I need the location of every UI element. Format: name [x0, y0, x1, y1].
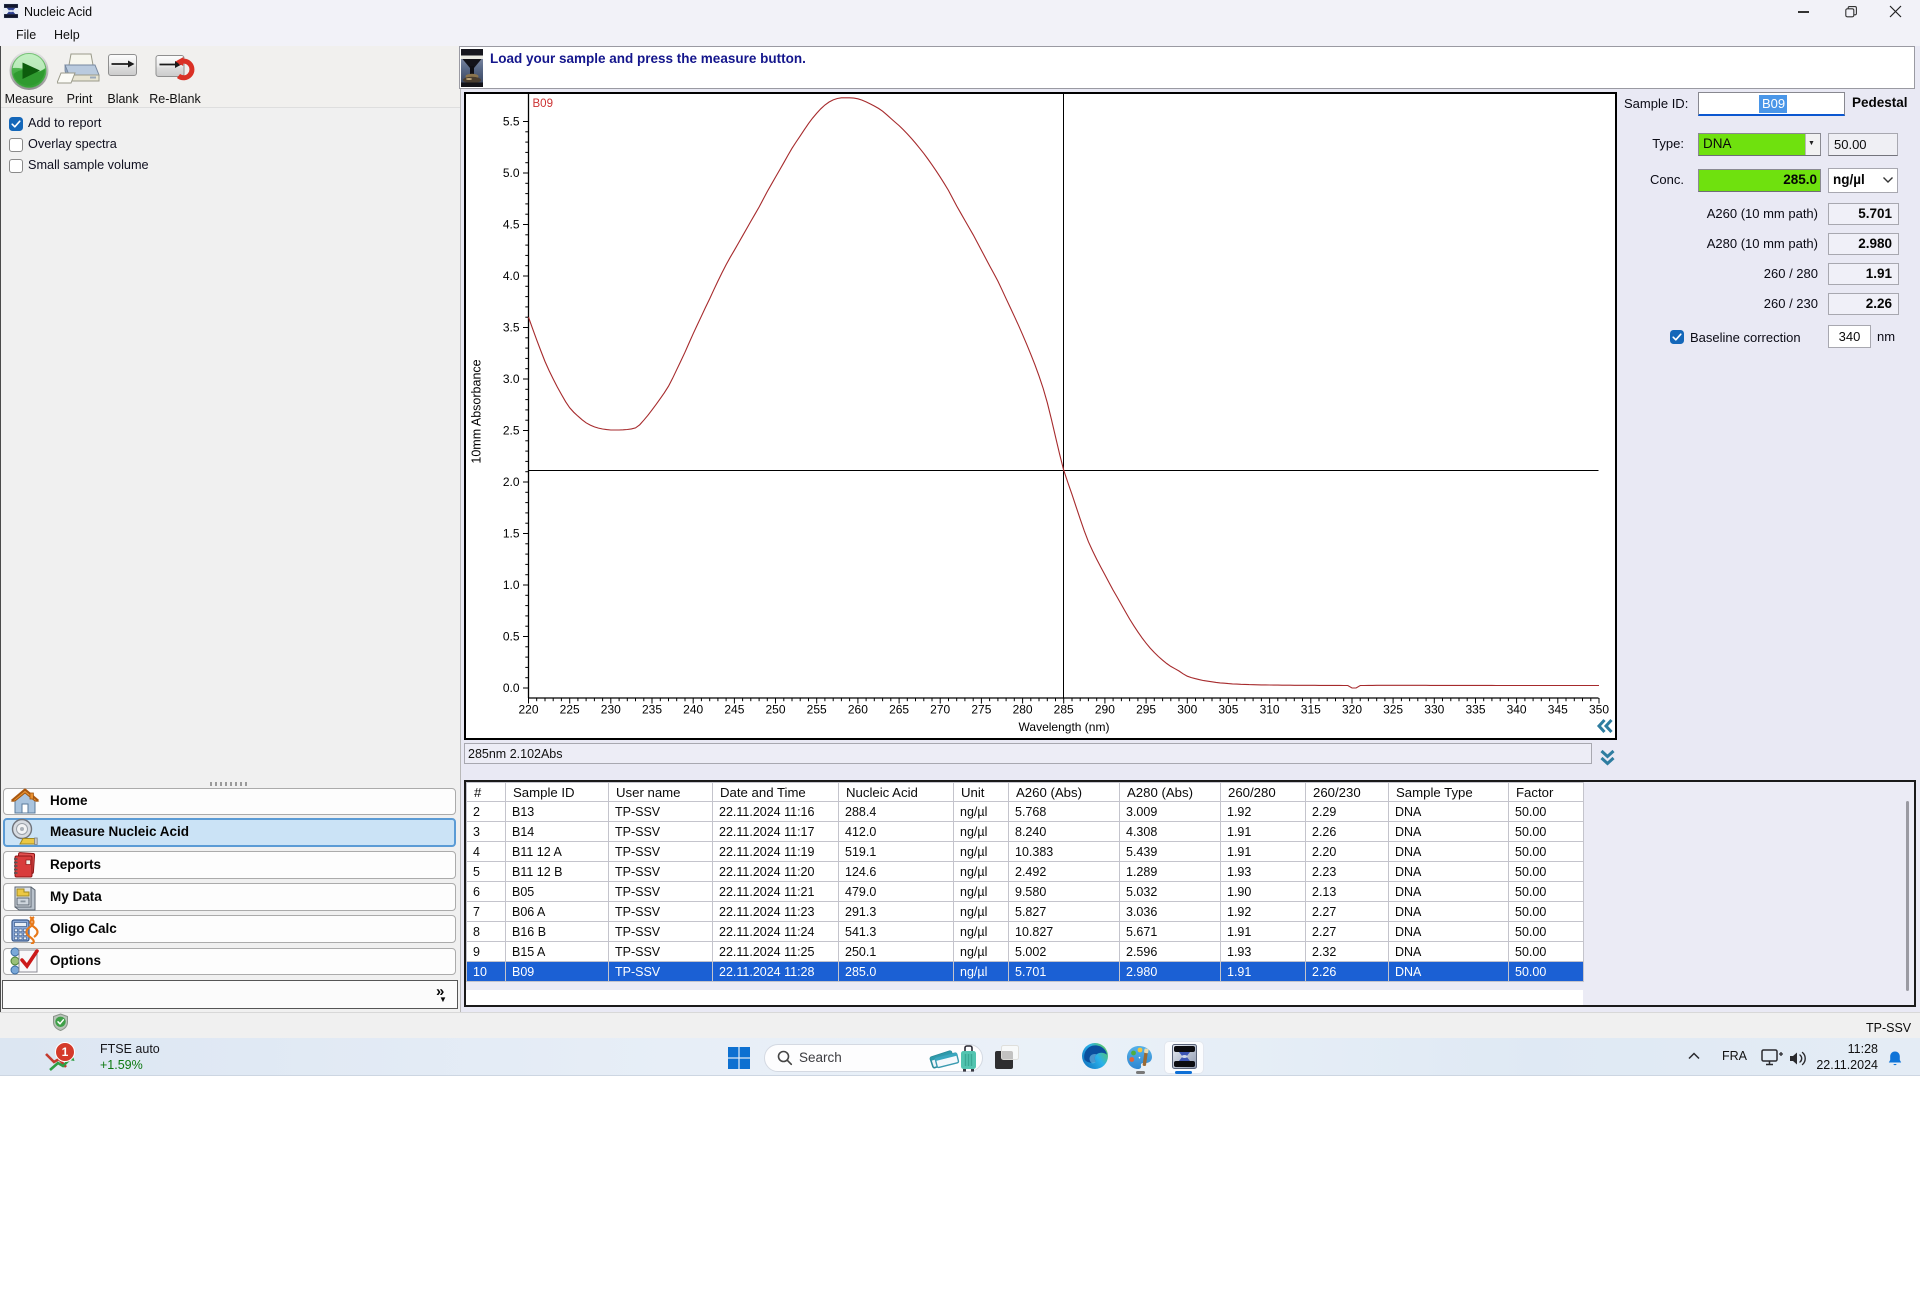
svg-text:5.5: 5.5: [503, 115, 520, 129]
svg-text:240: 240: [683, 703, 703, 717]
svg-text:300: 300: [1177, 703, 1197, 717]
svg-text:265: 265: [889, 703, 909, 717]
svg-text:280: 280: [1013, 703, 1033, 717]
svg-text:2.0: 2.0: [503, 475, 520, 489]
svg-text:340: 340: [1507, 703, 1527, 717]
svg-text:230: 230: [601, 703, 621, 717]
svg-text:B09: B09: [533, 98, 553, 110]
svg-text:3.0: 3.0: [503, 372, 520, 386]
svg-text:285: 285: [1054, 703, 1074, 717]
svg-text:1.0: 1.0: [503, 578, 520, 592]
svg-text:0.0: 0.0: [503, 681, 520, 695]
svg-text:325: 325: [1383, 703, 1403, 717]
svg-text:255: 255: [807, 703, 827, 717]
svg-text:250: 250: [765, 703, 785, 717]
svg-text:335: 335: [1465, 703, 1485, 717]
svg-text:2.5: 2.5: [503, 424, 520, 438]
svg-text:320: 320: [1342, 703, 1362, 717]
svg-text:235: 235: [642, 703, 662, 717]
svg-text:260: 260: [848, 703, 868, 717]
svg-text:295: 295: [1136, 703, 1156, 717]
svg-text:350: 350: [1589, 703, 1609, 717]
svg-text:0.5: 0.5: [503, 630, 520, 644]
svg-text:5.0: 5.0: [503, 166, 520, 180]
svg-text:245: 245: [724, 703, 744, 717]
svg-text:315: 315: [1301, 703, 1321, 717]
svg-text:4.5: 4.5: [503, 218, 520, 232]
svg-text:330: 330: [1424, 703, 1444, 717]
svg-text:Wavelength (nm): Wavelength (nm): [1019, 720, 1110, 734]
svg-text:4.0: 4.0: [503, 269, 520, 283]
svg-text:310: 310: [1260, 703, 1280, 717]
svg-text:290: 290: [1095, 703, 1115, 717]
svg-text:275: 275: [971, 703, 991, 717]
svg-text:270: 270: [930, 703, 950, 717]
svg-text:305: 305: [1218, 703, 1238, 717]
svg-text:220: 220: [518, 703, 538, 717]
svg-text:1.5: 1.5: [503, 527, 520, 541]
svg-text:3.5: 3.5: [503, 321, 520, 335]
svg-text:345: 345: [1548, 703, 1568, 717]
svg-text:225: 225: [560, 703, 580, 717]
